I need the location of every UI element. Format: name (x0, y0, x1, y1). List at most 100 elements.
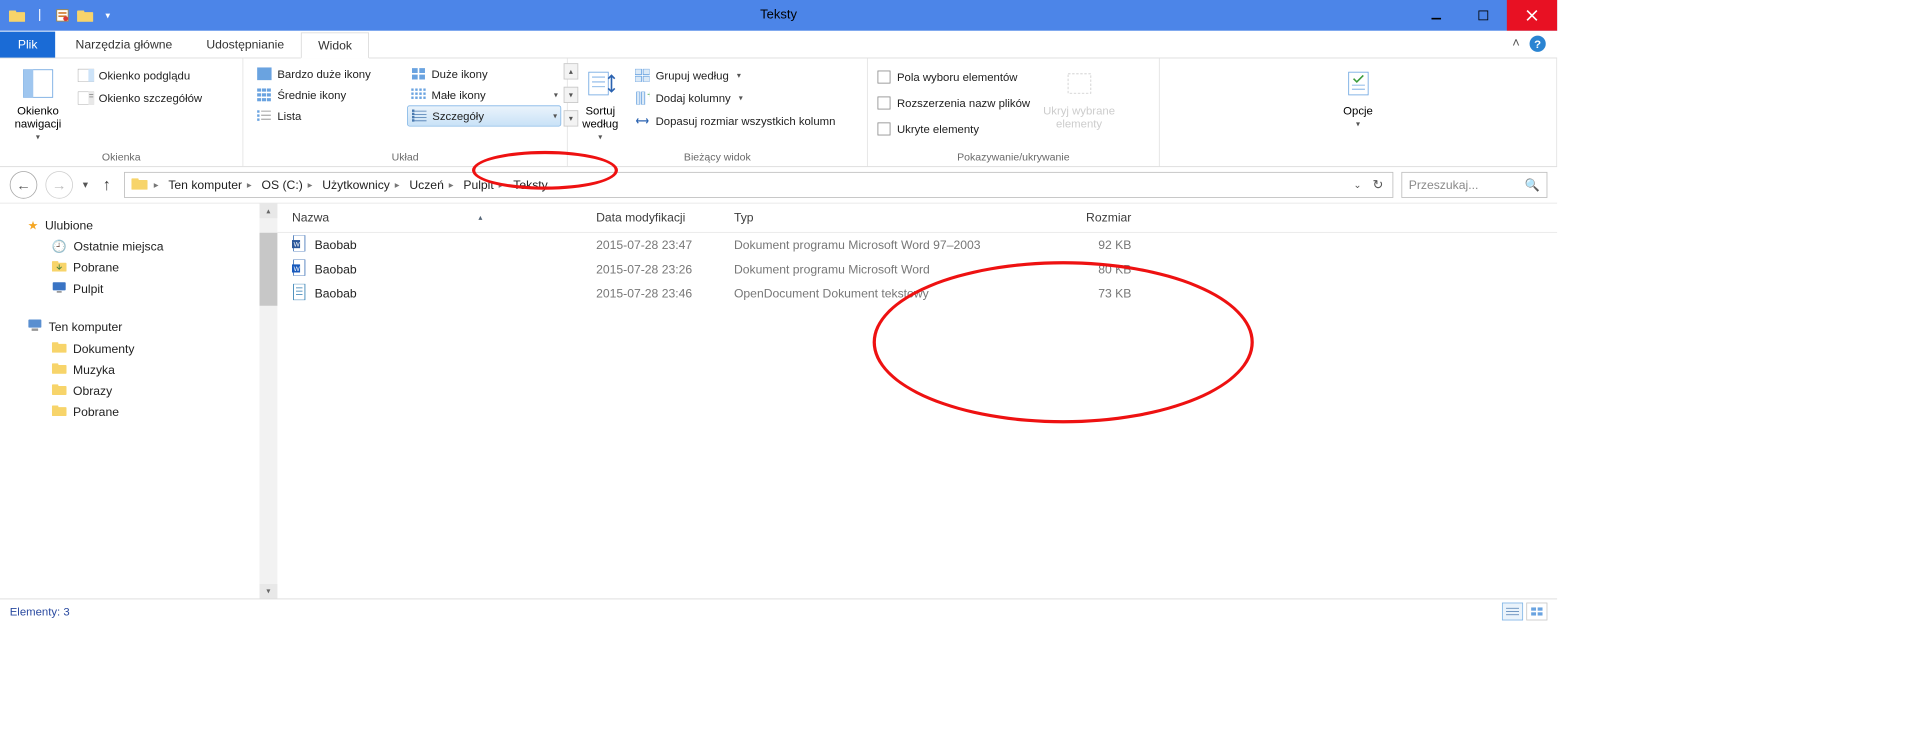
tree-recent[interactable]: 🕘Ostatnie miejsca (0, 236, 277, 257)
scroll-thumb[interactable] (260, 233, 278, 306)
close-button[interactable] (1507, 0, 1557, 31)
maximize-button[interactable] (1460, 0, 1507, 31)
sort-indicator-icon: ▴ (478, 213, 482, 222)
tree-documents[interactable]: Dokumenty (0, 338, 277, 359)
address-bar-row: ← → ▾ ↑ ▸ Ten komputer▸ OS (C:)▸ Użytkow… (0, 167, 1557, 203)
svg-text:W: W (294, 266, 301, 273)
tab-file[interactable]: Plik (0, 32, 55, 58)
tab-share[interactable]: Udostępnianie (189, 32, 301, 58)
recent-icon: 🕘 (52, 239, 67, 254)
checkbox-icon (878, 97, 891, 110)
minimize-button[interactable] (1413, 0, 1460, 31)
status-bar: Elementy: 3 (0, 599, 1557, 623)
tab-home[interactable]: Narzędzia główne (59, 32, 190, 58)
view-large-icons-button[interactable] (1526, 602, 1547, 620)
file-row[interactable]: Baobab 2015-07-28 23:46 OpenDocument Dok… (277, 281, 1557, 305)
file-extensions-toggle[interactable]: Rozszerzenia nazw plików (878, 92, 1031, 113)
history-dropdown[interactable]: ▾ (81, 178, 90, 191)
crumb-sep[interactable]: ▸ (150, 179, 161, 190)
help-icon[interactable]: ? (1530, 36, 1546, 52)
layout-small[interactable]: Małe ikony▾ (407, 84, 561, 105)
layout-extra-large[interactable]: Bardzo duże ikony (253, 63, 407, 84)
file-row[interactable]: WBaobab 2015-07-28 23:47 Dokument progra… (277, 233, 1557, 257)
new-folder-icon[interactable] (76, 6, 94, 24)
hidden-items-toggle[interactable]: Ukryte elementy (878, 118, 1031, 139)
checkbox-icon (878, 122, 891, 135)
tab-view[interactable]: Widok (301, 32, 369, 58)
group-by-icon (635, 68, 651, 83)
col-size[interactable]: Rozmiar (1058, 211, 1163, 225)
crumb-current[interactable]: Teksty (510, 178, 551, 192)
autosize-columns-button[interactable]: Dopasuj rozmiar wszystkich kolumn (631, 112, 838, 130)
up-button[interactable]: ↑ (98, 176, 116, 195)
back-button[interactable]: ← (10, 171, 38, 199)
tree-pictures[interactable]: Obrazy (0, 380, 277, 401)
tree-favorites[interactable]: ★ Ulubione (0, 215, 277, 236)
tree-downloads[interactable]: Pobrane (0, 257, 277, 278)
nav-scrollbar[interactable]: ▴ ▾ (260, 204, 278, 599)
list-icon (256, 109, 272, 124)
crumb-computer[interactable]: Ten komputer▸ (165, 178, 255, 192)
options-button[interactable]: Opcje ▾ (1336, 63, 1380, 132)
search-input[interactable]: Przeszukaj... 🔍 (1401, 172, 1547, 198)
details-icon (411, 109, 427, 124)
extra-large-icons-icon (256, 67, 272, 82)
tree-downloads2[interactable]: Pobrane (0, 401, 277, 422)
forward-button[interactable]: → (45, 171, 73, 199)
search-icon: 🔍 (1525, 178, 1540, 193)
crumb-users[interactable]: Użytkownicy▸ (319, 178, 403, 192)
layout-large[interactable]: Duże ikony (407, 63, 561, 84)
add-columns-button[interactable]: +Dodaj kolumny (631, 89, 838, 107)
folder-icon (52, 341, 67, 356)
qat-customize-icon[interactable]: ▾ (99, 6, 117, 24)
preview-pane-button[interactable]: Okienko podglądu (74, 67, 205, 85)
layout-medium[interactable]: Średnie ikony (253, 84, 407, 105)
column-headers: Nazwa▴ Data modyfikacji Typ Rozmiar (277, 204, 1557, 233)
svg-text:W: W (294, 242, 301, 249)
details-pane-icon (78, 91, 94, 106)
medium-icons-icon (256, 88, 272, 103)
tree-desktop[interactable]: Pulpit (0, 278, 277, 299)
address-dropdown-icon[interactable]: ⌄ (1354, 179, 1362, 190)
crumb-desktop[interactable]: Pulpit▸ (460, 178, 507, 192)
file-row[interactable]: WBaobab 2015-07-28 23:26 Dokument progra… (277, 257, 1557, 281)
col-name[interactable]: Nazwa▴ (292, 211, 596, 225)
details-pane-button[interactable]: Okienko szczegółów (74, 89, 205, 107)
sort-icon (583, 67, 617, 101)
layout-details[interactable]: Szczegóły▾ (407, 105, 561, 126)
hide-selected-button[interactable]: Ukryj wybrane elementy (1038, 63, 1120, 133)
col-type[interactable]: Typ (734, 211, 1058, 225)
small-icons-icon (410, 88, 426, 103)
group-label-show-hide: Pokazywanie/ukrywanie (878, 149, 1150, 163)
item-checkboxes-toggle[interactable]: Pola wyboru elementów (878, 67, 1031, 88)
scroll-up-icon[interactable]: ▴ (260, 204, 278, 219)
add-columns-icon: + (635, 91, 651, 106)
navigation-pane-icon (21, 67, 55, 101)
quick-access-toolbar: | ▾ (0, 6, 117, 24)
crumb-user[interactable]: Uczeń▸ (406, 178, 457, 192)
word-docx-icon: W (292, 260, 307, 279)
col-date[interactable]: Data modyfikacji (596, 211, 734, 225)
svg-text:+: + (647, 92, 649, 101)
layout-list[interactable]: Lista (253, 105, 407, 126)
tree-music[interactable]: Muzyka (0, 359, 277, 380)
navigation-pane-button[interactable]: Okienko nawigacji ▾ (10, 63, 66, 145)
view-details-button[interactable] (1502, 602, 1523, 620)
title-bar: | ▾ Teksty (0, 0, 1557, 31)
preview-pane-icon (78, 68, 94, 83)
tree-this-pc[interactable]: Ten komputer (0, 315, 277, 338)
collapse-ribbon-icon[interactable]: ˄ (1512, 36, 1520, 51)
qat-sep: | (31, 6, 49, 24)
breadcrumb-bar[interactable]: ▸ Ten komputer▸ OS (C:)▸ Użytkownicy▸ Uc… (124, 172, 1394, 198)
navigation-pane: ★ Ulubione 🕘Ostatnie miejsca Pobrane Pul… (0, 204, 277, 599)
scroll-down-icon[interactable]: ▾ (260, 584, 278, 599)
group-by-button[interactable]: Grupuj według (631, 67, 838, 85)
refresh-button[interactable]: ↻ (1370, 177, 1386, 193)
properties-icon[interactable] (54, 6, 72, 24)
crumb-drive[interactable]: OS (C:)▸ (258, 178, 315, 192)
ribbon-tabs: Plik Narzędzia główne Udostępnianie Wido… (0, 31, 1557, 59)
sort-by-button[interactable]: Sortuj według ▾ (577, 63, 623, 145)
file-list-pane: Nazwa▴ Data modyfikacji Typ Rozmiar WBao… (277, 204, 1557, 599)
odt-icon (292, 284, 307, 303)
star-icon: ★ (28, 218, 39, 233)
